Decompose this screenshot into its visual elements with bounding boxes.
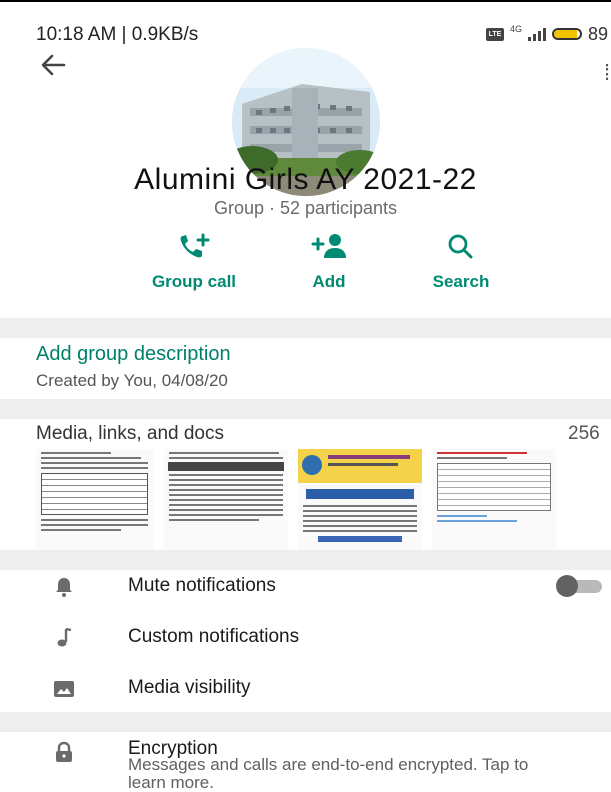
custom-notifications-label: Custom notifications: [128, 626, 300, 647]
group-subtitle: Group · 52 participants: [213, 198, 398, 218]
bell-icon: [56, 578, 72, 597]
section-divider: [0, 318, 611, 338]
group-name: Alumini Girls AY 2021-22: [134, 163, 477, 196]
search-icon: [448, 234, 473, 259]
add-group-description-link[interactable]: Add group description: [36, 343, 231, 366]
media-links-docs-title[interactable]: Media, links, and docs: [36, 423, 224, 445]
menu-icon-partial[interactable]: ⁞: [604, 60, 611, 100]
section-divider: [0, 399, 611, 419]
status-time: 10:18 AM | 0.9KB/s: [36, 24, 199, 45]
battery-icon: [552, 28, 583, 40]
image-icon: [54, 681, 74, 697]
media-visibility-row[interactable]: Media visibility: [0, 665, 611, 711]
search-label: Search: [432, 272, 490, 291]
status-icons: LTE 4G 89: [486, 24, 608, 44]
encryption-description[interactable]: Messages and calls are end-to-end encryp…: [128, 756, 548, 792]
search-button[interactable]: Search: [401, 232, 521, 292]
arrow-left-icon: [41, 54, 66, 76]
network-type: 4G: [510, 24, 523, 34]
created-by-text: Created by You, 04/08/20: [36, 371, 228, 390]
section-divider: [0, 712, 611, 732]
mute-notifications-row[interactable]: Mute notifications: [0, 563, 611, 609]
media-visibility-label: Media visibility: [128, 677, 251, 698]
signal-icon: [528, 27, 547, 41]
lock-icon: [56, 741, 72, 762]
custom-notifications-row[interactable]: Custom notifications: [0, 614, 611, 660]
action-row: Group call Add Search: [0, 232, 611, 298]
media-count[interactable]: 256: [568, 423, 600, 445]
music-note-icon: [57, 627, 72, 647]
back-button[interactable]: [36, 48, 70, 82]
group-call-label: Group call: [151, 272, 237, 291]
add-label: Add: [312, 272, 346, 291]
battery-percent: 89: [588, 23, 609, 44]
group-call-button[interactable]: Group call: [134, 232, 254, 292]
mute-notifications-label: Mute notifications: [128, 575, 276, 596]
phone-add-icon: [180, 233, 210, 258]
toggle-knob: [556, 575, 578, 597]
lte-icon: LTE: [486, 27, 504, 41]
person-add-icon: [311, 234, 346, 258]
add-participant-button[interactable]: Add: [269, 232, 389, 292]
mute-notifications-toggle[interactable]: [556, 575, 604, 597]
